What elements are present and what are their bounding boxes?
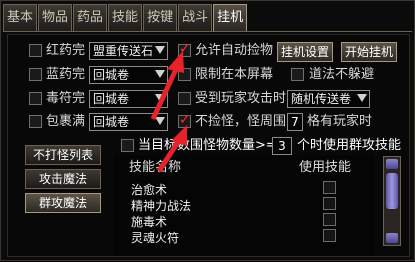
tab-auto-hunt[interactable]: 挂机 [213,4,248,31]
no-monster-label: 不捡怪，怪周围 [195,114,287,129]
group-attack-checkbox[interactable] [121,139,134,152]
tab-potions[interactable]: 药品 [73,4,108,31]
mp-empty-select-value: 回城卷 [93,68,130,82]
start-auto-hunt-button[interactable]: 开始挂机 [341,42,397,62]
monster-count-input[interactable]: 3 [272,137,292,155]
skill-row-name: 施毒术 [131,215,168,229]
poison-empty-select[interactable]: 回城卷 [89,90,168,108]
auto-hunt-dialog: 基本 物品 药品 技能 按键 战斗 挂机 红药完 盟重传送石 蓝药完 回城卷 毒… [0,0,415,261]
limit-screen-label: 限制在本屏幕 [195,67,274,82]
hp-empty-select[interactable]: 盟重传送石 [89,42,168,60]
monster-count-label: 当目标数围怪物数量>= [138,138,277,153]
scroll-down-icon[interactable] [386,233,398,243]
auto-pickup-label: 允许自动捡物 [195,43,274,58]
no-attack-list-button[interactable]: 不打怪列表 [25,145,101,165]
skill-use-checkbox[interactable] [323,213,336,226]
tab-divider [3,31,412,32]
chevron-down-icon [155,117,165,125]
hp-empty-label: 红药完 [46,43,86,58]
tab-bar: 基本 物品 药品 技能 按键 战斗 挂机 [3,4,248,31]
auto-hunt-settings-button[interactable]: 挂机设置 [277,42,333,62]
no-monster-suffix-label: 格有玩家时 [307,114,373,129]
skill-row-name: 精神力战法 [131,199,192,213]
hp-empty-checkbox[interactable] [29,44,42,57]
attacked-by-player-label: 受到玩家攻击时 [195,91,287,106]
skill-table-scrollbar[interactable] [383,156,401,246]
tab-basic[interactable]: 基本 [3,4,38,31]
mp-empty-label: 蓝药完 [46,67,86,82]
bag-full-select-value: 回城卷 [93,115,130,129]
taoist-no-dodge-checkbox[interactable] [291,68,304,81]
poison-empty-label: 毒符完 [46,91,86,106]
chevron-down-icon [357,94,367,102]
tab-keys[interactable]: 按键 [143,4,178,31]
attacked-action-select-value: 随机传送卷 [291,92,352,106]
scroll-thumb[interactable] [386,173,398,209]
monster-count-suffix-label: 个时使用群攻技能 [297,138,402,153]
auto-pickup-checkbox[interactable] [178,41,191,57]
skill-row-name: 灵魂火符 [131,231,180,245]
skill-use-checkbox[interactable] [323,229,336,242]
tab-combat[interactable]: 战斗 [178,4,213,31]
taoist-no-dodge-label: 道法不躲避 [309,67,375,82]
chevron-down-icon [155,94,165,102]
no-monster-checkbox[interactable] [178,112,191,128]
poison-empty-select-value: 回城卷 [93,92,130,106]
skill-name-header: 技能名称 [129,160,182,175]
attacked-action-select[interactable]: 随机传送卷 [287,90,370,108]
scroll-up-icon[interactable] [386,159,398,169]
skill-use-checkbox[interactable] [323,181,336,194]
chevron-down-icon [155,46,165,54]
skill-use-checkbox[interactable] [323,197,336,210]
chevron-down-icon [155,70,165,78]
hp-empty-select-value: 盟重传送石 [93,44,154,58]
poison-empty-checkbox[interactable] [29,92,42,105]
no-monster-range-input[interactable]: 7 [287,113,303,131]
use-skill-header: 使用技能 [299,160,352,175]
group-magic-button[interactable]: 群攻魔法 [25,193,101,213]
bag-full-label: 包裹满 [46,114,86,129]
mp-empty-select[interactable]: 回城卷 [89,66,168,84]
bag-full-checkbox[interactable] [29,115,42,128]
bag-full-select[interactable]: 回城卷 [89,113,168,131]
skill-row-name: 治愈术 [131,183,168,197]
attacked-by-player-checkbox[interactable] [178,92,191,105]
tab-items[interactable]: 物品 [38,4,73,31]
mp-empty-checkbox[interactable] [29,68,42,81]
attack-magic-button[interactable]: 攻击魔法 [25,169,101,189]
limit-screen-checkbox[interactable] [178,68,191,81]
tab-skills[interactable]: 技能 [108,4,143,31]
